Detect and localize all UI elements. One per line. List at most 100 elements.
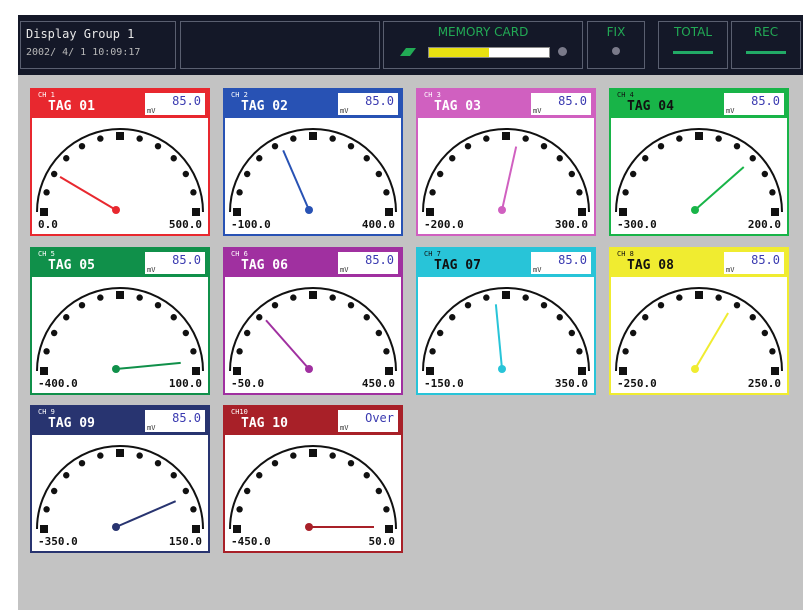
gauge-tick [676,135,683,142]
measured-value: 85.0 [172,253,201,267]
scale-max-label: 450.0 [361,377,395,390]
gauge-hub [691,365,699,373]
meter-panel[interactable]: CH 5 TAG 05 85.0 mV -400.0 100.0 [30,247,210,395]
gauge-tick [622,348,629,355]
meter-panel[interactable]: CH 8 TAG 08 85.0 mV -250.0 250.0 [609,247,789,395]
gauge-arc [229,128,397,213]
gauge-tick [464,301,472,309]
analog-gauge [36,287,204,375]
gauge-tick [629,329,637,337]
gauge-needle [115,361,181,370]
meter-panel[interactable]: CH 9 TAG 09 85.0 mV -350.0 150.0 [30,405,210,553]
gauge-tick [192,367,200,375]
measured-value: 85.0 [558,94,587,108]
gauge-tick [233,525,241,533]
analog-gauge [615,128,783,216]
gauge-tick [136,294,143,301]
gauge-tick [715,294,722,301]
meter-panel[interactable]: CH 2 TAG 02 85.0 mV -100.0 400.0 [223,88,403,236]
gauge-tick [170,472,177,479]
gauge-tick [436,170,444,178]
gauge-tick [256,155,263,162]
meter-panel[interactable]: CH 7 TAG 07 85.0 mV -150.0 350.0 [416,247,596,395]
date-time: 2002/ 4/ 1 10:09:17 [26,47,141,58]
scale-min-label: -450.0 [231,535,271,548]
gauge-arc [36,128,204,213]
total-indicator [673,51,713,54]
gauge-tick [271,142,279,150]
rec-indicator [746,51,786,54]
tag-label: TAG 06 [241,258,288,273]
measured-value: 85.0 [365,94,394,108]
measured-value: 85.0 [558,253,587,267]
channel-label: CH 7 [424,250,441,258]
analog-gauge [229,128,397,216]
analog-gauge [422,287,590,375]
gauge-tick [676,294,683,301]
meter-panel[interactable]: CH 1 TAG 01 85.0 mV 0.0 500.0 [30,88,210,236]
tag-label: TAG 08 [627,258,674,273]
meter-title-bar: CH 9 TAG 09 85.0 mV [32,407,208,435]
memory-card-icon [400,48,416,56]
gauge-tick [309,449,317,457]
gauge-tick [40,208,48,216]
gauge-tick [190,506,197,513]
gauge-tick [642,155,649,162]
meter-panel[interactable]: CH10 TAG 10 Over mV -450.0 50.0 [223,405,403,553]
channel-label: CH 4 [617,91,634,99]
channel-label: CH 8 [617,250,634,258]
gauge-tick [657,142,665,150]
gauge-hub [498,206,506,214]
gauge-tick [502,132,510,140]
measured-value: 85.0 [172,94,201,108]
gauge-tick [40,367,48,375]
gauge-tick [116,291,124,299]
gauge-tick [190,189,197,196]
gauge-tick [329,294,336,301]
gauge-needle [265,319,310,370]
total-label: TOTAL [673,25,713,39]
scale-min-label: -350.0 [38,535,78,548]
gauge-hub [691,206,699,214]
meter-panel[interactable]: CH 6 TAG 06 85.0 mV -50.0 450.0 [223,247,403,395]
gauge-tick [556,314,563,321]
fix-label: FIX [606,25,626,39]
measured-value: 85.0 [365,253,394,267]
gauge-tick [97,294,104,301]
gauge-tick [483,294,490,301]
gauge-tick [63,314,70,321]
gauge-tick [50,170,58,178]
gauge-tick [619,208,627,216]
value-box: 85.0 mV [338,252,398,274]
channel-label: CH 3 [424,91,441,99]
gauge-tick [695,291,703,299]
message-area [180,21,380,69]
meter-panel[interactable]: CH 3 TAG 03 85.0 mV -200.0 300.0 [416,88,596,236]
tag-label: TAG 04 [627,99,674,114]
gauge-hub [112,523,120,531]
analog-gauge [615,287,783,375]
unit-label: mV [340,424,349,432]
gauge-tick [43,189,50,196]
unit-label: mV [147,424,156,432]
gauge-tick [464,142,472,150]
value-box: 85.0 mV [724,93,784,115]
gauge-tick [290,452,297,459]
rec-status: REC [731,21,801,69]
gauge-arc [615,287,783,372]
tag-label: TAG 07 [434,258,481,273]
unit-label: mV [147,107,156,115]
tag-label: TAG 01 [48,99,95,114]
gauge-tick [622,189,629,196]
gauge-tick [733,301,741,309]
display-group-box[interactable]: Display Group 1 2002/ 4/ 1 10:09:17 [20,21,176,69]
gauge-tick [236,189,243,196]
meter-panel[interactable]: CH 4 TAG 04 85.0 mV -300.0 200.0 [609,88,789,236]
gauge-arc [229,445,397,530]
gauge-tick [154,301,162,309]
gauge-needle [694,166,745,211]
gauge-tick [383,506,390,513]
analog-gauge [229,445,397,533]
gauge-tick [271,301,279,309]
analog-gauge [36,445,204,533]
